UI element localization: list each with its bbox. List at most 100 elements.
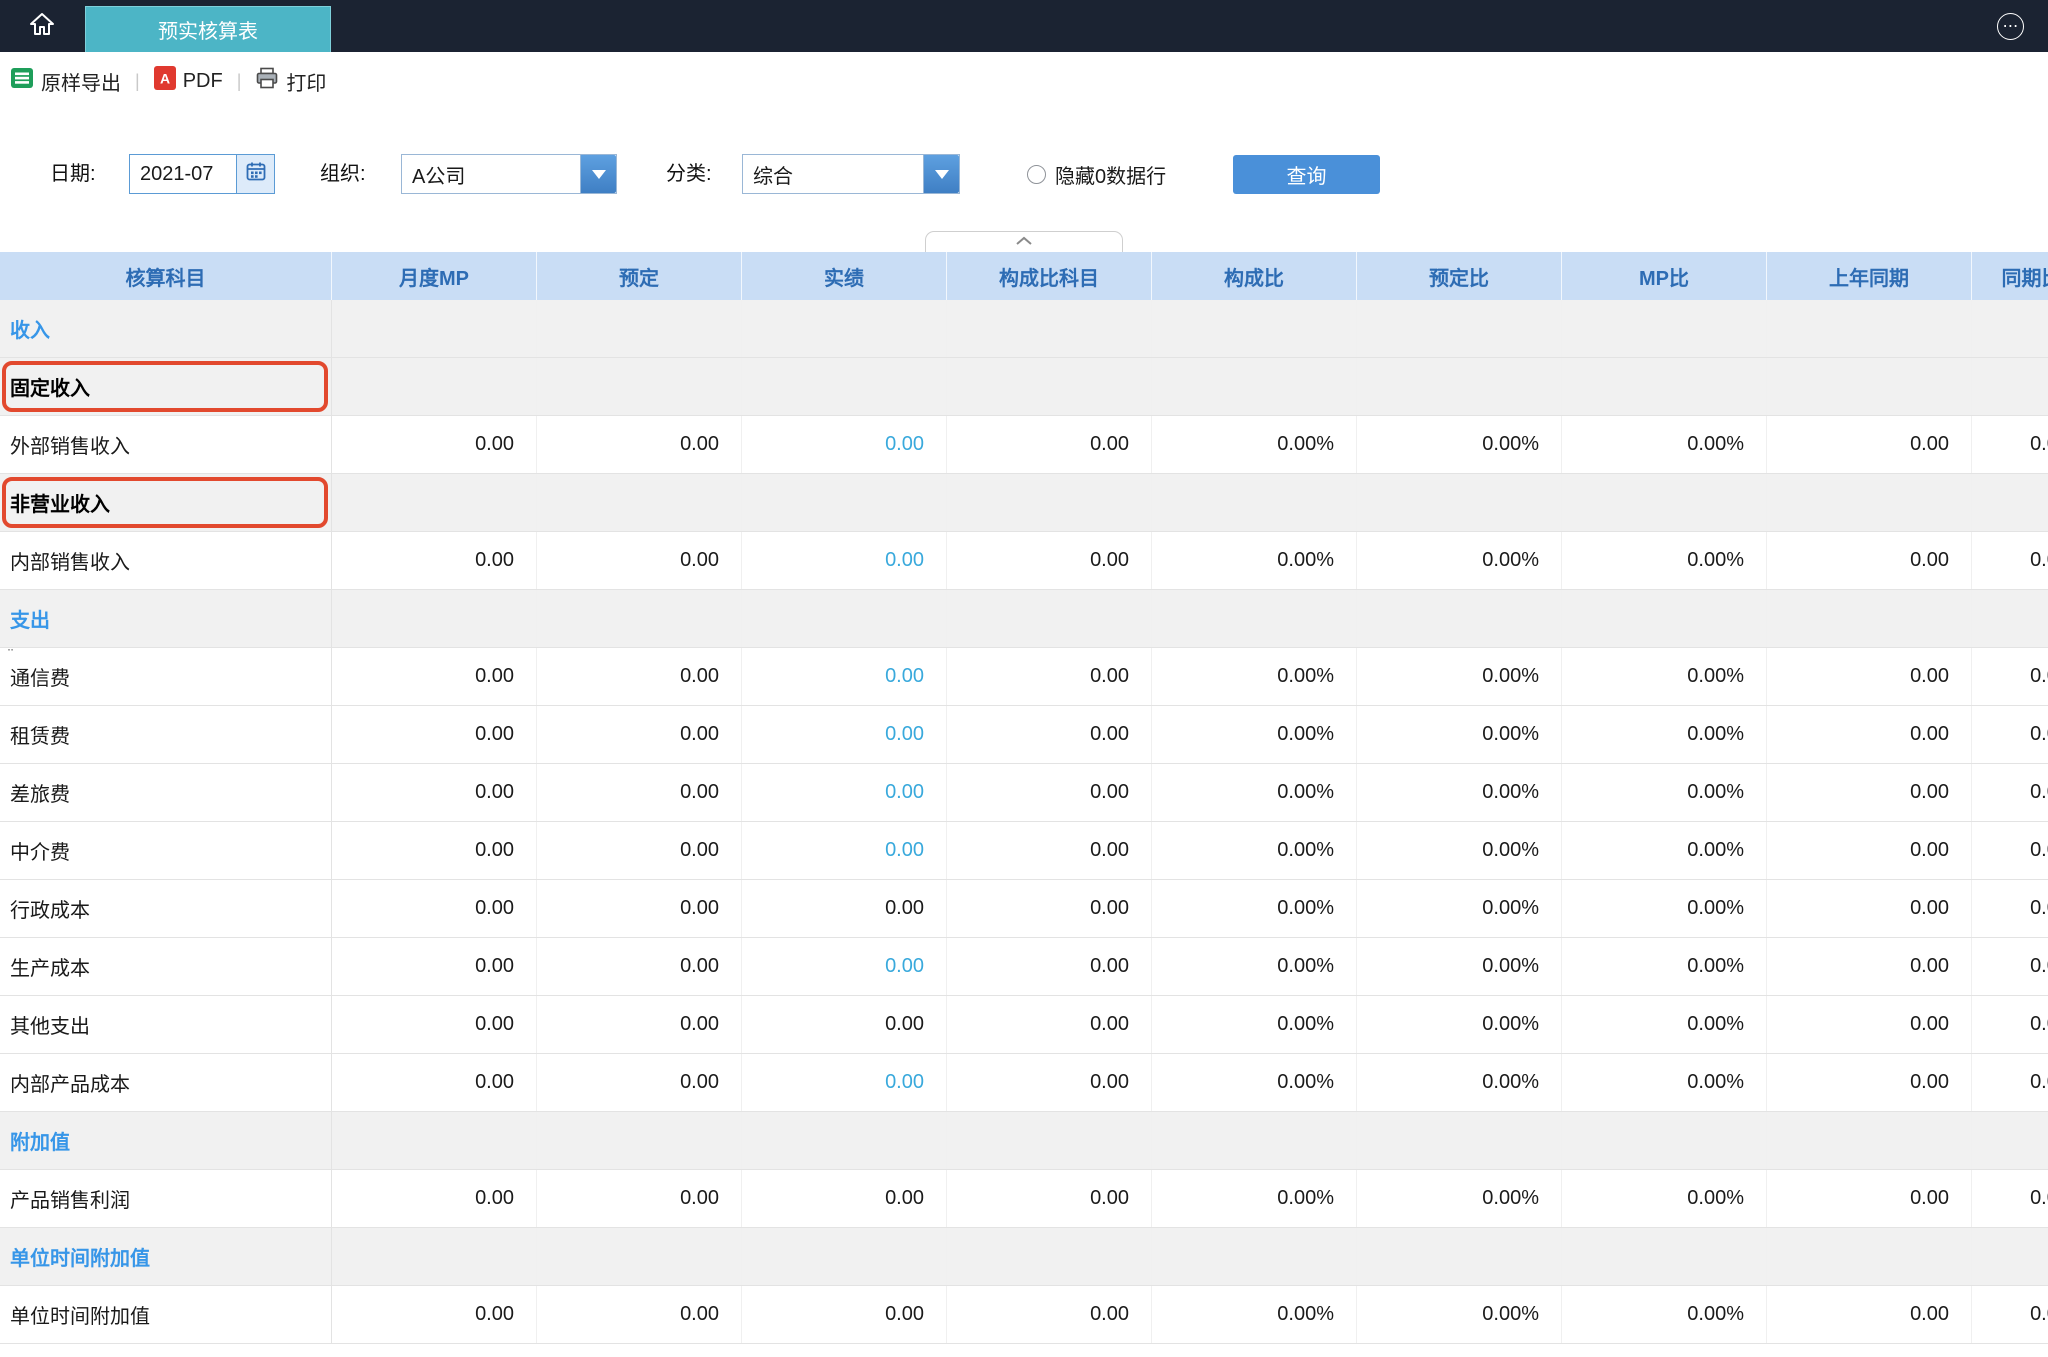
date-input[interactable]: 2021-07 xyxy=(129,154,275,194)
table-cell: 0.00 xyxy=(1767,416,1972,473)
table-cell xyxy=(1562,358,1767,415)
query-button[interactable]: 查询 xyxy=(1233,155,1380,194)
more-options-button[interactable]: ⋯ xyxy=(1997,13,2024,40)
collapse-panel-handle[interactable] xyxy=(925,231,1123,252)
row-label: 生产成本 xyxy=(0,938,332,995)
table-cell xyxy=(742,300,947,357)
table-row: 中介费 0.00 0.00 0.00 0.00 0.00% 0.00% 0.00% 0.00 0.… xyxy=(0,822,2048,880)
table-cell: 0.00% xyxy=(1562,938,1767,995)
actual-value-link[interactable]: 0.00 xyxy=(742,822,947,879)
calendar-icon xyxy=(246,161,266,187)
table-cell: 0.00% xyxy=(1152,938,1357,995)
table-cell xyxy=(742,358,947,415)
table-cell: 0.00% xyxy=(1152,880,1357,937)
hide-zero-rows-toggle[interactable]: 隐藏0数据行 xyxy=(1027,154,1166,194)
actual-value-link[interactable]: 0.00 xyxy=(742,648,947,705)
chevron-down-icon xyxy=(591,169,606,179)
actual-value-link[interactable]: 0.00 xyxy=(742,938,947,995)
toolbar-divider: | xyxy=(236,70,242,91)
table-cell xyxy=(332,1228,537,1285)
table-cell: 0.00 xyxy=(332,996,537,1053)
row-label[interactable]: 支出 xyxy=(0,590,332,647)
pdf-icon: A xyxy=(153,66,176,96)
table-cell: 0.00% xyxy=(1152,1170,1357,1227)
table-cell xyxy=(537,1228,742,1285)
table-cell: 0.00% xyxy=(1562,1054,1767,1111)
table-row: 产品销售利润 0.00 0.00 0.00 0.00 0.00% 0.00% 0.00% 0.0… xyxy=(0,1170,2048,1228)
row-label[interactable]: 单位时间附加值 xyxy=(0,1228,332,1285)
actual-value-link[interactable]: 0.00 xyxy=(742,1054,947,1111)
table-cell: 0.00% xyxy=(1562,822,1767,879)
print-button[interactable]: 打印 xyxy=(255,66,326,96)
row-label: 内部产品成本 xyxy=(0,1054,332,1111)
table-cell xyxy=(1357,1228,1562,1285)
table-row: 固定收入 xyxy=(0,358,2048,416)
table-cell: 0.00 xyxy=(332,648,537,705)
topbar: 预实核算表 ⋯ xyxy=(0,0,2048,52)
table-cell: 0.00 xyxy=(1972,1286,2048,1343)
table-cell: 0.00% xyxy=(1562,706,1767,763)
table-cell xyxy=(1562,590,1767,647)
table-cell xyxy=(1562,1228,1767,1285)
table-cell xyxy=(1972,474,2048,531)
row-label: 通信费 ¨ xyxy=(0,647,332,705)
org-label: 组织: xyxy=(320,163,366,185)
table-row: 差旅费 0.00 0.00 0.00 0.00 0.00% 0.00% 0.00% 0.00 0.… xyxy=(0,764,2048,822)
table-cell xyxy=(1152,474,1357,531)
category-select[interactable]: 综合 xyxy=(742,154,960,194)
table-cell xyxy=(1562,474,1767,531)
export-pdf-button[interactable]: A PDF xyxy=(153,66,223,96)
table-cell: 0.00% xyxy=(1152,416,1357,473)
table-cell: 0.00 xyxy=(537,880,742,937)
actual-value-link[interactable]: 0.00 xyxy=(742,416,947,473)
export-pdf-label: PDF xyxy=(182,69,223,92)
table-cell: 0.00 xyxy=(1767,1286,1972,1343)
table-cell: 0.00% xyxy=(1152,764,1357,821)
table-row: 通信费 ¨ 0.00 0.00 0.00 0.00 0.00% 0.00% 0.00% 0.00 0… xyxy=(0,647,2048,706)
table-cell: 0.00 xyxy=(1767,822,1972,879)
table-cell: 0.00 xyxy=(947,1054,1152,1111)
actual-value-link[interactable]: 0.00 xyxy=(742,532,947,589)
table-cell: 0.00 xyxy=(947,1286,1152,1343)
table-cell xyxy=(537,590,742,647)
row-label[interactable]: 收入 xyxy=(0,300,332,357)
actual-value-link[interactable]: 0.00 xyxy=(742,764,947,821)
table-cell: 0.00 xyxy=(947,706,1152,763)
table-cell xyxy=(1767,590,1972,647)
table-cell: 0.00 xyxy=(332,1054,537,1111)
actual-value-link[interactable]: 0.00 xyxy=(742,706,947,763)
org-select-dropdown-button[interactable] xyxy=(580,155,616,193)
table-cell xyxy=(537,300,742,357)
printer-icon xyxy=(255,66,279,96)
table-row: 支出 xyxy=(0,590,2048,648)
table-cell xyxy=(537,358,742,415)
table-row: 单位时间附加值 xyxy=(0,1228,2048,1286)
table-cell: 0.00 xyxy=(332,880,537,937)
hide-zero-rows-label: 隐藏0数据行 xyxy=(1055,165,1167,188)
column-header: 预定 xyxy=(537,252,742,300)
table-cell: 0.00 xyxy=(1767,532,1972,589)
export-excel-button[interactable]: 原样导出 xyxy=(10,66,121,96)
row-label[interactable]: 附加值 xyxy=(0,1112,332,1169)
table-cell: 0.00 xyxy=(947,1170,1152,1227)
table-cell: 0.00% xyxy=(1357,532,1562,589)
table-cell: 0.00 xyxy=(1767,764,1972,821)
calendar-button[interactable] xyxy=(236,155,274,193)
toolbar: 原样导出 | A PDF | 打印 xyxy=(0,52,2048,110)
table-cell: 0.00% xyxy=(1562,764,1767,821)
org-select[interactable]: A公司 xyxy=(401,154,617,194)
table-cell xyxy=(332,358,537,415)
category-select-dropdown-button[interactable] xyxy=(923,155,959,193)
row-label: 行政成本 xyxy=(0,880,332,937)
table-cell xyxy=(332,474,537,531)
row-label: 非营业收入 xyxy=(0,474,332,531)
table-cell: 0.00 xyxy=(1767,996,1972,1053)
table-cell: 0.00 xyxy=(1767,938,1972,995)
row-label: 租赁费 xyxy=(0,706,332,763)
tab-budget-actual-report[interactable]: 预实核算表 xyxy=(85,6,331,52)
row-label: 外部销售收入 xyxy=(0,416,332,473)
home-button[interactable] xyxy=(20,0,64,52)
table-cell xyxy=(1972,1112,2048,1169)
table-row: 外部销售收入 0.00 0.00 0.00 0.00 0.00% 0.00% 0.00% 0.0… xyxy=(0,416,2048,474)
table-cell: 0.00 xyxy=(537,706,742,763)
